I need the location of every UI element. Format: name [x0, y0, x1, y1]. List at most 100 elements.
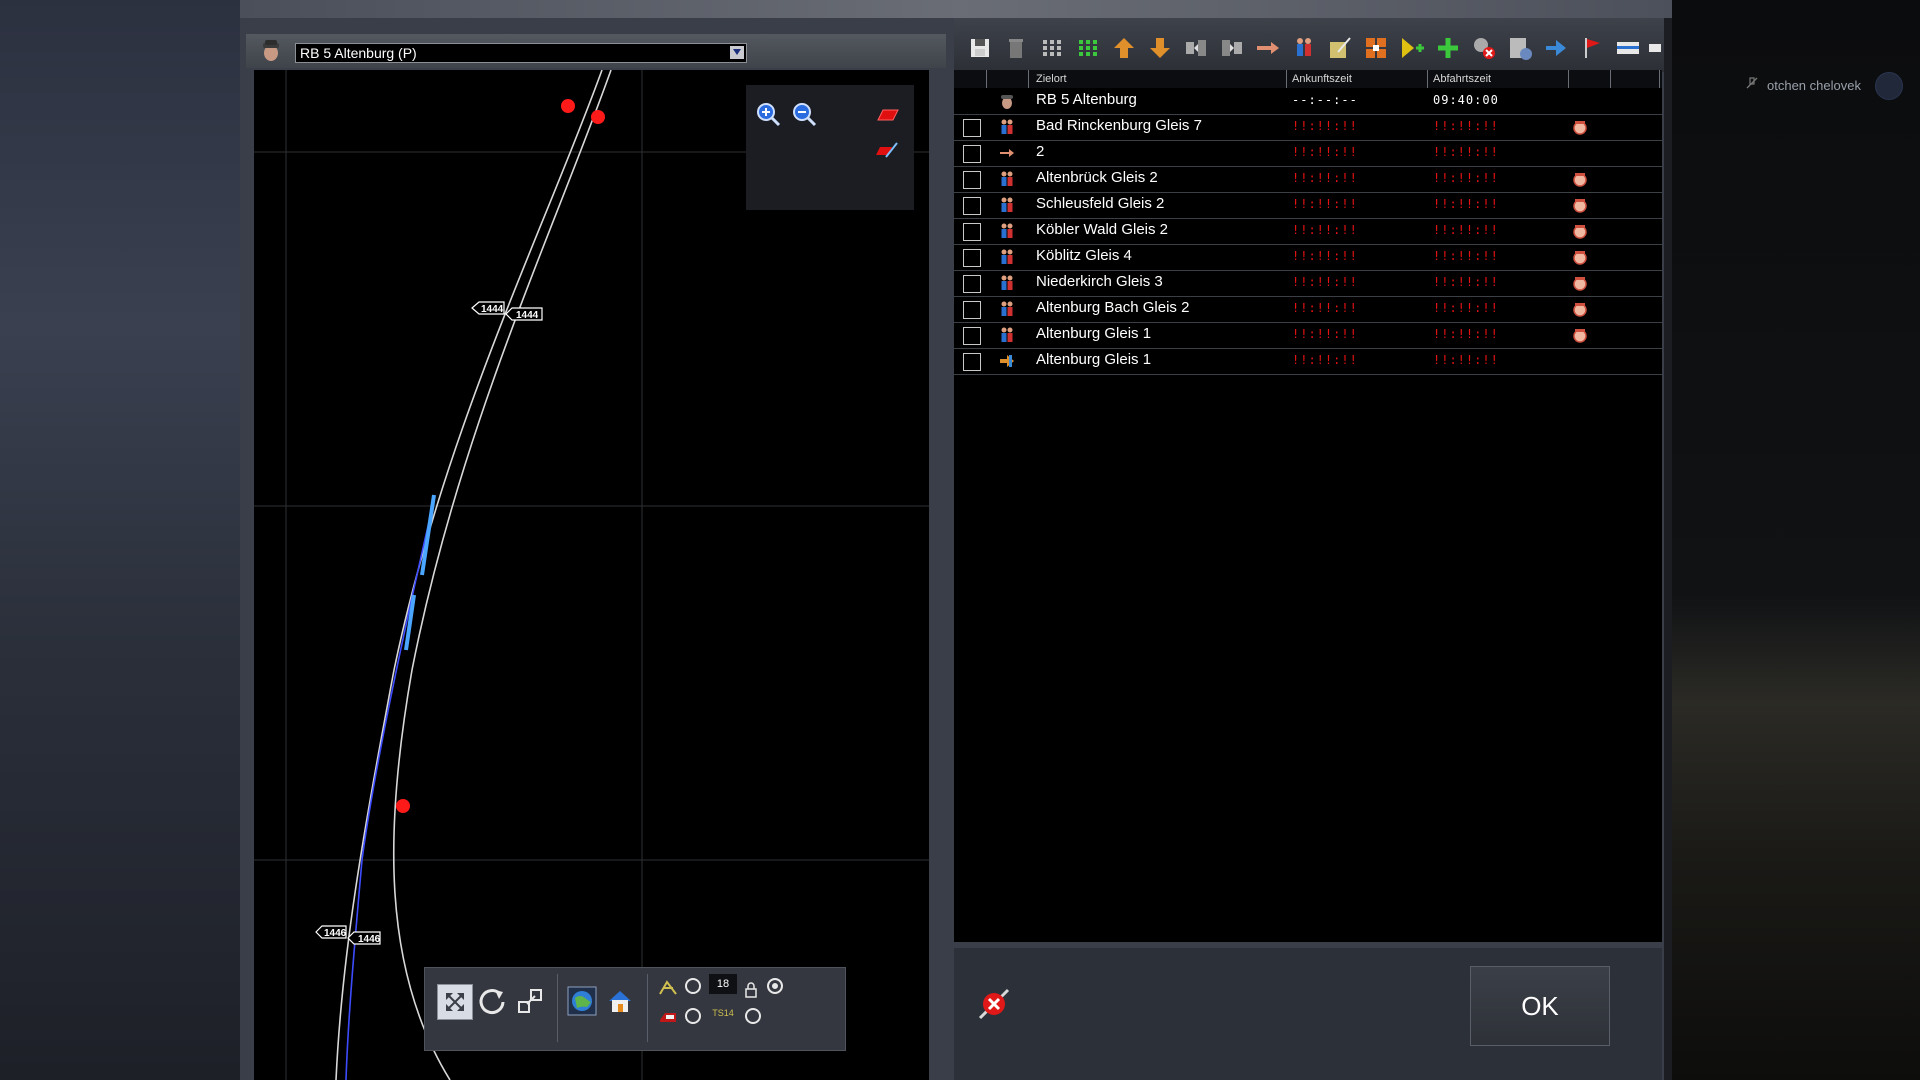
- row-checkbox[interactable]: [963, 145, 981, 163]
- destination-name: Niederkirch Gleis 3: [1036, 273, 1163, 290]
- eraser-icon[interactable]: [872, 100, 900, 128]
- coupling-icon[interactable]: [1362, 34, 1390, 62]
- home-icon[interactable]: [603, 984, 637, 1018]
- departure-time: !!:!!:!!: [1433, 249, 1499, 263]
- edit-schedule-icon[interactable]: [1326, 34, 1354, 62]
- add-icon[interactable]: [1434, 34, 1462, 62]
- driver-face-icon[interactable]: [1571, 248, 1589, 266]
- panel-icon[interactable]: [1614, 34, 1642, 62]
- driver-face-icon[interactable]: [1571, 196, 1589, 214]
- insert-after-icon[interactable]: [1218, 34, 1246, 62]
- arrival-time: !!:!!:!!: [1292, 301, 1358, 315]
- eraser-pen-icon[interactable]: [872, 135, 900, 163]
- move-down-icon[interactable]: [1146, 34, 1174, 62]
- lock-icon[interactable]: [743, 982, 759, 998]
- driver-face-icon[interactable]: [1571, 326, 1589, 344]
- destination-name: Köblitz Gleis 4: [1036, 247, 1132, 264]
- wagon-icon[interactable]: [1648, 34, 1662, 62]
- driver-face-icon[interactable]: [1571, 118, 1589, 136]
- passengers-icon: [1001, 171, 1013, 186]
- user-avatar[interactable]: [1875, 72, 1903, 100]
- column-header-departure[interactable]: Abfahrtszeit: [1433, 70, 1491, 88]
- signal-label: 1446: [358, 934, 381, 945]
- destination-name: Schleusfeld Gleis 2: [1036, 195, 1165, 212]
- row-checkbox[interactable]: [963, 119, 981, 137]
- table-row[interactable]: Bad Rinckenburg Gleis 7!!:!!:!!!!:!!:!!: [954, 114, 1662, 141]
- insert-before-icon[interactable]: [1182, 34, 1210, 62]
- ok-button[interactable]: OK: [1470, 966, 1610, 1046]
- arrival-time: !!:!!:!!: [1292, 275, 1358, 289]
- zoom-panel: [746, 85, 914, 210]
- driver-face-icon[interactable]: [1571, 222, 1589, 240]
- row-checkbox[interactable]: [963, 171, 981, 189]
- arrival-time: !!:!!:!!: [1292, 223, 1358, 237]
- green-grid-icon[interactable]: [1074, 34, 1102, 62]
- remove-driver-icon[interactable]: [1470, 34, 1498, 62]
- column-header-destination[interactable]: Zielort: [1036, 70, 1067, 88]
- table-row[interactable]: Köbler Wald Gleis 2!!:!!:!!!!:!!:!!: [954, 218, 1662, 245]
- rotate-icon[interactable]: [475, 984, 509, 1018]
- column-divider: [1427, 70, 1428, 88]
- destination-name: Köbler Wald Gleis 2: [1036, 221, 1168, 238]
- radio-option-selected[interactable]: [767, 978, 783, 994]
- driver-face-icon[interactable]: [1571, 170, 1589, 188]
- driver-face-icon[interactable]: [1571, 300, 1589, 318]
- column-header-arrival[interactable]: Ankunftszeit: [1292, 70, 1352, 88]
- pointing-hand-icon[interactable]: [1254, 34, 1282, 62]
- table-row[interactable]: 2!!:!!:!!!!:!!:!!: [954, 140, 1662, 167]
- globe-icon[interactable]: [565, 984, 599, 1018]
- settings-icon[interactable]: [1506, 34, 1534, 62]
- trash-icon[interactable]: [1002, 34, 1030, 62]
- zoom-out-icon[interactable]: [790, 100, 818, 128]
- save-icon[interactable]: [966, 34, 994, 62]
- timetable-footer: OK: [954, 948, 1662, 1080]
- train-selector[interactable]: RB 5 Altenburg (P): [295, 43, 747, 63]
- flag-icon[interactable]: [1578, 34, 1606, 62]
- column-divider: [1568, 70, 1569, 88]
- resize-icon[interactable]: [513, 984, 547, 1018]
- table-row[interactable]: Schleusfeld Gleis 2!!:!!:!!!!:!!:!!: [954, 192, 1662, 219]
- row-checkbox[interactable]: [963, 275, 981, 293]
- track-tool-icon[interactable]: [657, 976, 679, 998]
- radio-option[interactable]: [685, 978, 701, 994]
- radio-option[interactable]: [745, 1008, 761, 1024]
- table-row[interactable]: Altenbrück Gleis 2!!:!!:!!!!:!!:!!: [954, 166, 1662, 193]
- driver-face-icon[interactable]: [1571, 274, 1589, 292]
- move-up-icon[interactable]: [1110, 34, 1138, 62]
- table-row-train[interactable]: RB 5 Altenburg --:--:-- 09:40:00: [954, 88, 1662, 115]
- chevron-down-icon[interactable]: [730, 46, 744, 59]
- route-line: [345, 499, 435, 1080]
- zoom-in-icon[interactable]: [754, 100, 782, 128]
- table-row[interactable]: Niederkirch Gleis 3!!:!!:!!!!:!!:!!: [954, 270, 1662, 297]
- signal-label: 1446: [324, 928, 347, 939]
- exit-arrow-icon[interactable]: [1542, 34, 1570, 62]
- fullscreen-button[interactable]: [437, 984, 473, 1020]
- grid-icon[interactable]: [1038, 34, 1066, 62]
- row-checkbox[interactable]: [963, 249, 981, 267]
- passengers-icon[interactable]: [1290, 34, 1318, 62]
- row-checkbox[interactable]: [963, 197, 981, 215]
- table-row[interactable]: Altenburg Bach Gleis 2!!:!!:!!!!:!!:!!: [954, 296, 1662, 323]
- table-row[interactable]: Altenburg Gleis 1!!:!!:!!!!:!!:!!: [954, 348, 1662, 375]
- cancel-icon[interactable]: [974, 984, 1014, 1024]
- mic-off-icon[interactable]: [1745, 76, 1759, 90]
- train-tool-icon[interactable]: [657, 1006, 679, 1028]
- destination-name: Altenburg Gleis 1: [1036, 325, 1152, 342]
- departure-time: !!:!!:!!: [1433, 197, 1499, 211]
- table-row[interactable]: Köblitz Gleis 4!!:!!:!!!!:!!:!!: [954, 244, 1662, 271]
- add-arrow-icon[interactable]: [1398, 34, 1426, 62]
- row-checkbox[interactable]: [963, 301, 981, 319]
- track-map[interactable]: 1444 1444 1446 1446: [254, 70, 929, 1080]
- username[interactable]: otchen chelovek: [1767, 78, 1861, 93]
- row-checkbox[interactable]: [963, 327, 981, 345]
- table-row[interactable]: Altenburg Gleis 1!!:!!:!!!!:!!:!!: [954, 322, 1662, 349]
- passengers-icon: [1001, 223, 1013, 238]
- column-divider: [1610, 70, 1611, 88]
- passengers-icon: [1001, 327, 1013, 342]
- column-divider: [1659, 70, 1660, 88]
- row-checkbox[interactable]: [963, 353, 981, 371]
- timetable-toolbar: [954, 18, 1664, 72]
- radio-option[interactable]: [685, 1008, 701, 1024]
- arrival-time: !!:!!:!!: [1292, 327, 1358, 341]
- row-checkbox[interactable]: [963, 223, 981, 241]
